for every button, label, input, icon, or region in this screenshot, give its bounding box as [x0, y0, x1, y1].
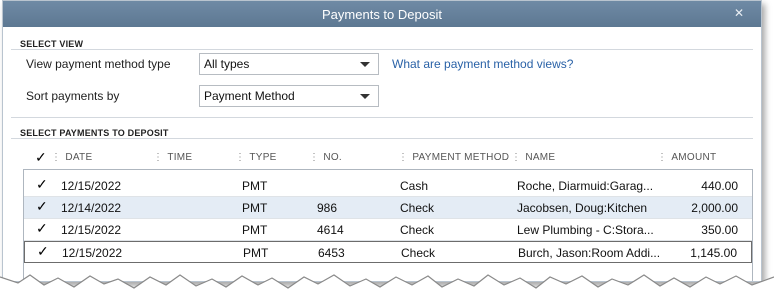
cell-name: Roche, Diarmuid:Garag... — [517, 179, 654, 193]
col-time-header[interactable]: ⋮ TIME — [153, 152, 192, 163]
chevron-down-icon — [360, 62, 370, 67]
screenshot-page: Payments to Deposit ✕ SELECT VIEW View p… — [0, 0, 774, 297]
cell-payment-method: Cash — [400, 179, 429, 193]
col-no-header[interactable]: ⋮ NO. — [309, 152, 342, 163]
table-row[interactable]: ✓ 12/15/2022 PMT 4614 Check Lew Plumbing… — [24, 219, 752, 241]
cell-date: 12/15/2022 — [61, 223, 122, 237]
payments-to-deposit-window: Payments to Deposit ✕ SELECT VIEW View p… — [2, 0, 762, 282]
cell-payment-method: Check — [400, 223, 435, 237]
cell-type: PMT — [242, 179, 268, 193]
chevron-down-icon — [360, 94, 370, 99]
select-view-header: SELECT VIEW — [20, 39, 84, 49]
select-view-divider — [11, 49, 753, 50]
payment-method-type-dropdown[interactable]: All types — [199, 53, 379, 75]
cell-type: PMT — [242, 201, 268, 215]
select-all-check-icon[interactable]: ✓ — [35, 149, 47, 166]
cell-type: PMT — [242, 223, 268, 237]
select-payments-divider — [11, 138, 753, 139]
row-check-icon[interactable]: ✓ — [36, 220, 48, 237]
payments-grid: ✓ ⋮ DATE ⋮ TIME ⋮ TYPE ⋮ NO. ⋮ PAYMENT METHOD… — [11, 147, 753, 281]
cell-payment-method: Check — [401, 246, 436, 260]
cell-amount: 1,145.00 — [690, 246, 737, 260]
sort-payments-dropdown[interactable]: Payment Method — [199, 85, 379, 107]
cell-date: 12/14/2022 — [61, 201, 122, 215]
row-check-icon[interactable]: ✓ — [37, 243, 49, 260]
cell-name: Jacobsen, Doug:Kitchen — [517, 201, 648, 215]
torn-edge-decoration — [0, 274, 774, 297]
window-title: Payments to Deposit — [322, 6, 442, 22]
table-row[interactable]: ✓ 12/14/2022 PMT 986 Check Jacobsen, Dou… — [24, 197, 752, 219]
row-check-icon[interactable]: ✓ — [36, 176, 48, 193]
cell-type: PMT — [243, 246, 269, 260]
row-check-icon[interactable]: ✓ — [36, 198, 48, 215]
payment-method-views-help-link[interactable]: What are payment method views? — [392, 57, 573, 71]
select-payments-header: SELECT PAYMENTS TO DEPOSIT — [20, 128, 169, 138]
col-date-header[interactable]: ⋮ DATE — [51, 152, 92, 163]
cell-no: 6453 — [318, 246, 345, 260]
sort-payments-label: Sort payments by — [26, 89, 120, 103]
title-bar: Payments to Deposit ✕ — [3, 1, 761, 27]
payment-method-type-value: All types — [204, 57, 250, 71]
col-payment-method-header[interactable]: ⋮ PAYMENT METHOD — [398, 152, 509, 163]
col-name-header[interactable]: ⋮ NAME — [511, 152, 555, 163]
dialog-body: SELECT VIEW View payment method type All… — [3, 27, 761, 281]
cell-no: 986 — [317, 201, 338, 215]
cell-amount: 440.00 — [701, 179, 738, 193]
cell-payment-method: Check — [400, 201, 435, 215]
cell-name: Burch, Jason:Room Addi... — [518, 246, 661, 260]
cell-amount: 2,000.00 — [691, 201, 738, 215]
col-type-header[interactable]: ⋮ TYPE — [235, 152, 277, 163]
section-divider — [11, 117, 753, 118]
cell-date: 12/15/2022 — [62, 246, 123, 260]
sort-payments-value: Payment Method — [204, 89, 295, 103]
grid-header-row: ✓ ⋮ DATE ⋮ TIME ⋮ TYPE ⋮ NO. ⋮ PAYMENT METHOD… — [11, 147, 753, 169]
payment-method-type-label: View payment method type — [26, 57, 171, 71]
table-row[interactable]: ✓ 12/15/2022 PMT 6453 Check Burch, Jason… — [24, 241, 752, 263]
cell-amount: 350.00 — [701, 223, 738, 237]
cell-no: 4614 — [317, 223, 344, 237]
table-row[interactable]: ✓ 12/15/2022 PMT Cash Roche, Diarmuid:Ga… — [24, 175, 752, 197]
cell-date: 12/15/2022 — [61, 179, 122, 193]
col-amount-header[interactable]: ⋮ AMOUNT — [657, 152, 716, 163]
cell-name: Lew Plumbing - C:Stora... — [517, 223, 654, 237]
close-icon[interactable]: ✕ — [731, 5, 747, 21]
